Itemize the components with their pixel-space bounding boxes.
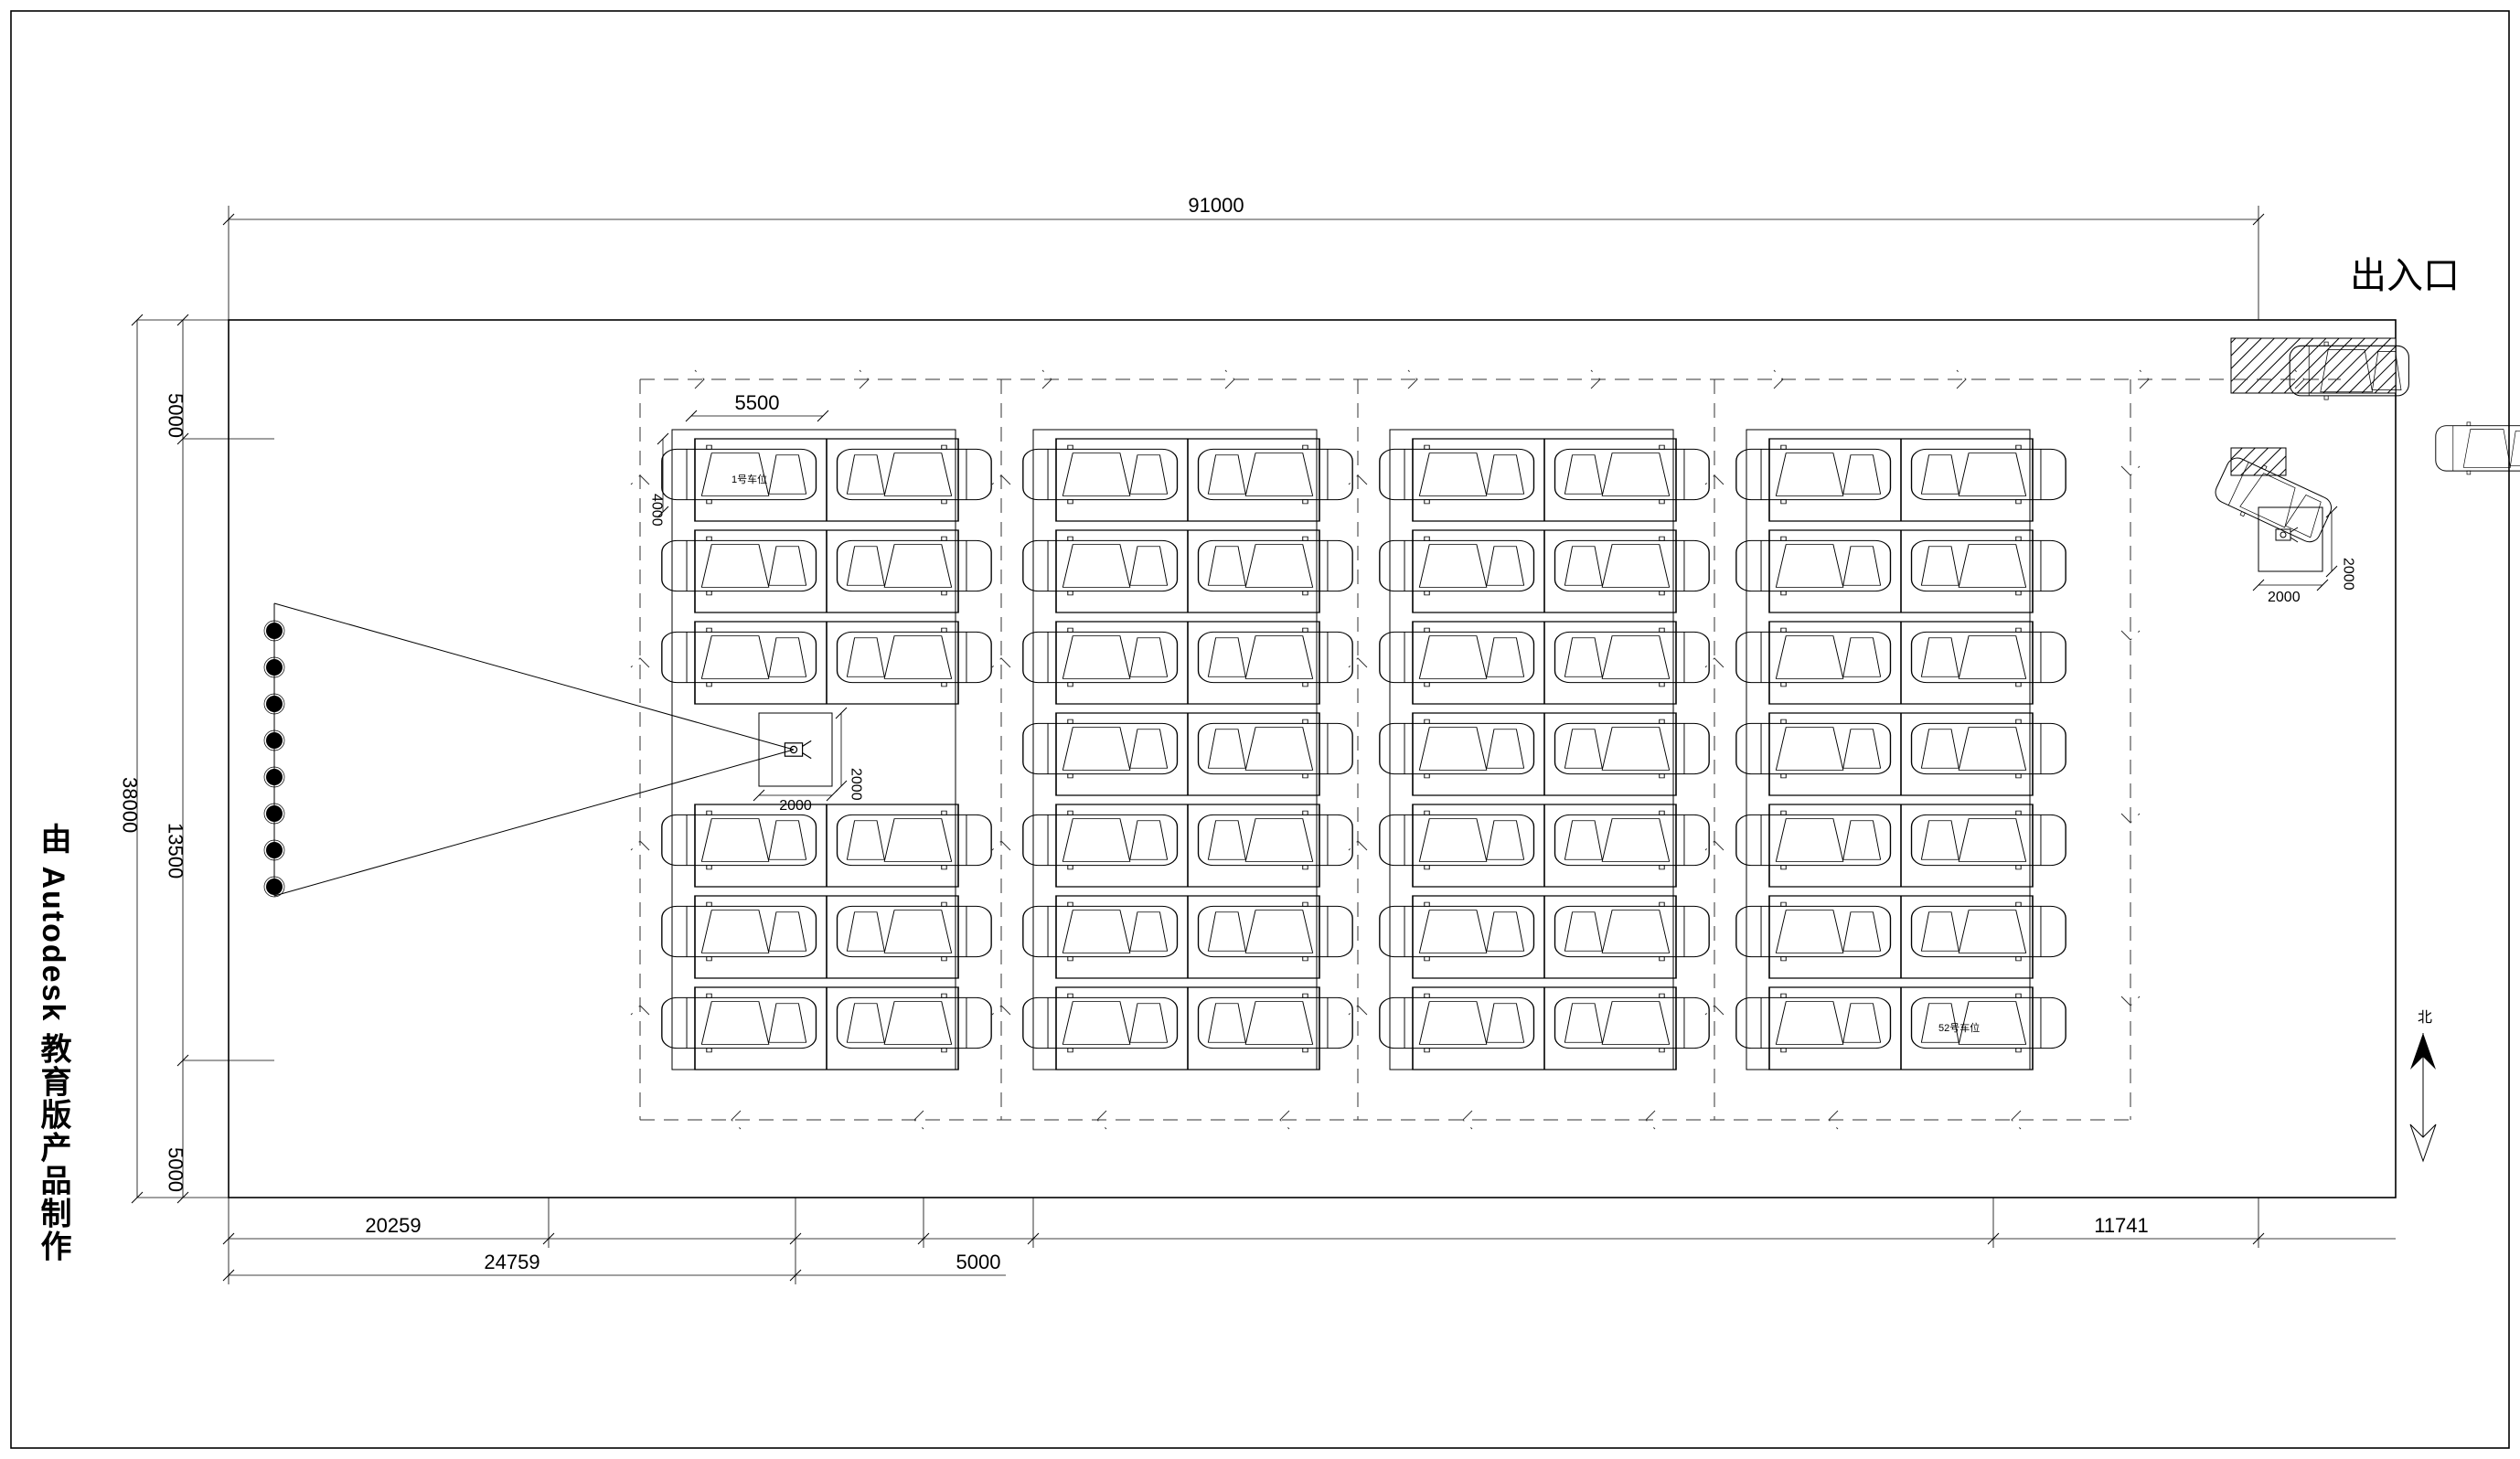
svg-text:2000: 2000 bbox=[849, 768, 864, 801]
lot-boundary bbox=[229, 320, 2396, 1198]
svg-text:5000: 5000 bbox=[956, 1251, 1001, 1273]
drawing-canvas: 由 Autodesk 教育版产品制作 出入口 2000 2000 91000 5… bbox=[0, 0, 2520, 1459]
svg-text:13500: 13500 bbox=[165, 823, 187, 879]
svg-text:91000: 91000 bbox=[1188, 194, 1244, 217]
dim-top-overall: 91000 bbox=[223, 194, 2264, 320]
svg-text:2000: 2000 bbox=[2341, 558, 2356, 591]
svg-text:11741: 11741 bbox=[2094, 1214, 2149, 1237]
dims-bottom: 20259 24759 5000 11741 bbox=[223, 1198, 2396, 1284]
svg-text:2000: 2000 bbox=[2268, 590, 2301, 605]
svg-text:52号车位: 52号车位 bbox=[1938, 1021, 1980, 1034]
svg-text:2000: 2000 bbox=[779, 798, 812, 814]
svg-text:1号车位: 1号车位 bbox=[731, 473, 767, 485]
svg-text:5000: 5000 bbox=[165, 393, 187, 438]
svg-text:5000: 5000 bbox=[165, 1147, 187, 1192]
svg-text:北: 北 bbox=[2418, 1009, 2432, 1026]
svg-text:4000: 4000 bbox=[649, 494, 665, 527]
entrance-label: 出入口 bbox=[2350, 256, 2460, 296]
svg-text:5500: 5500 bbox=[735, 391, 780, 414]
entrance-gate: 2000 2000 bbox=[2210, 338, 2520, 605]
svg-text:20259: 20259 bbox=[365, 1214, 421, 1237]
dims-left-stack: 5000 13500 5000 38000 bbox=[119, 314, 275, 1203]
parking-blocks: 5500 4000 2000 2000 1号车位 bbox=[649, 391, 2066, 1070]
north-arrow: 北 bbox=[2410, 1009, 2436, 1161]
svg-text:24759: 24759 bbox=[484, 1251, 539, 1273]
svg-text:38000: 38000 bbox=[119, 777, 142, 833]
watermark-text: 由 Autodesk 教育版产品制作 bbox=[36, 823, 71, 1263]
camera-fov bbox=[274, 603, 794, 896]
